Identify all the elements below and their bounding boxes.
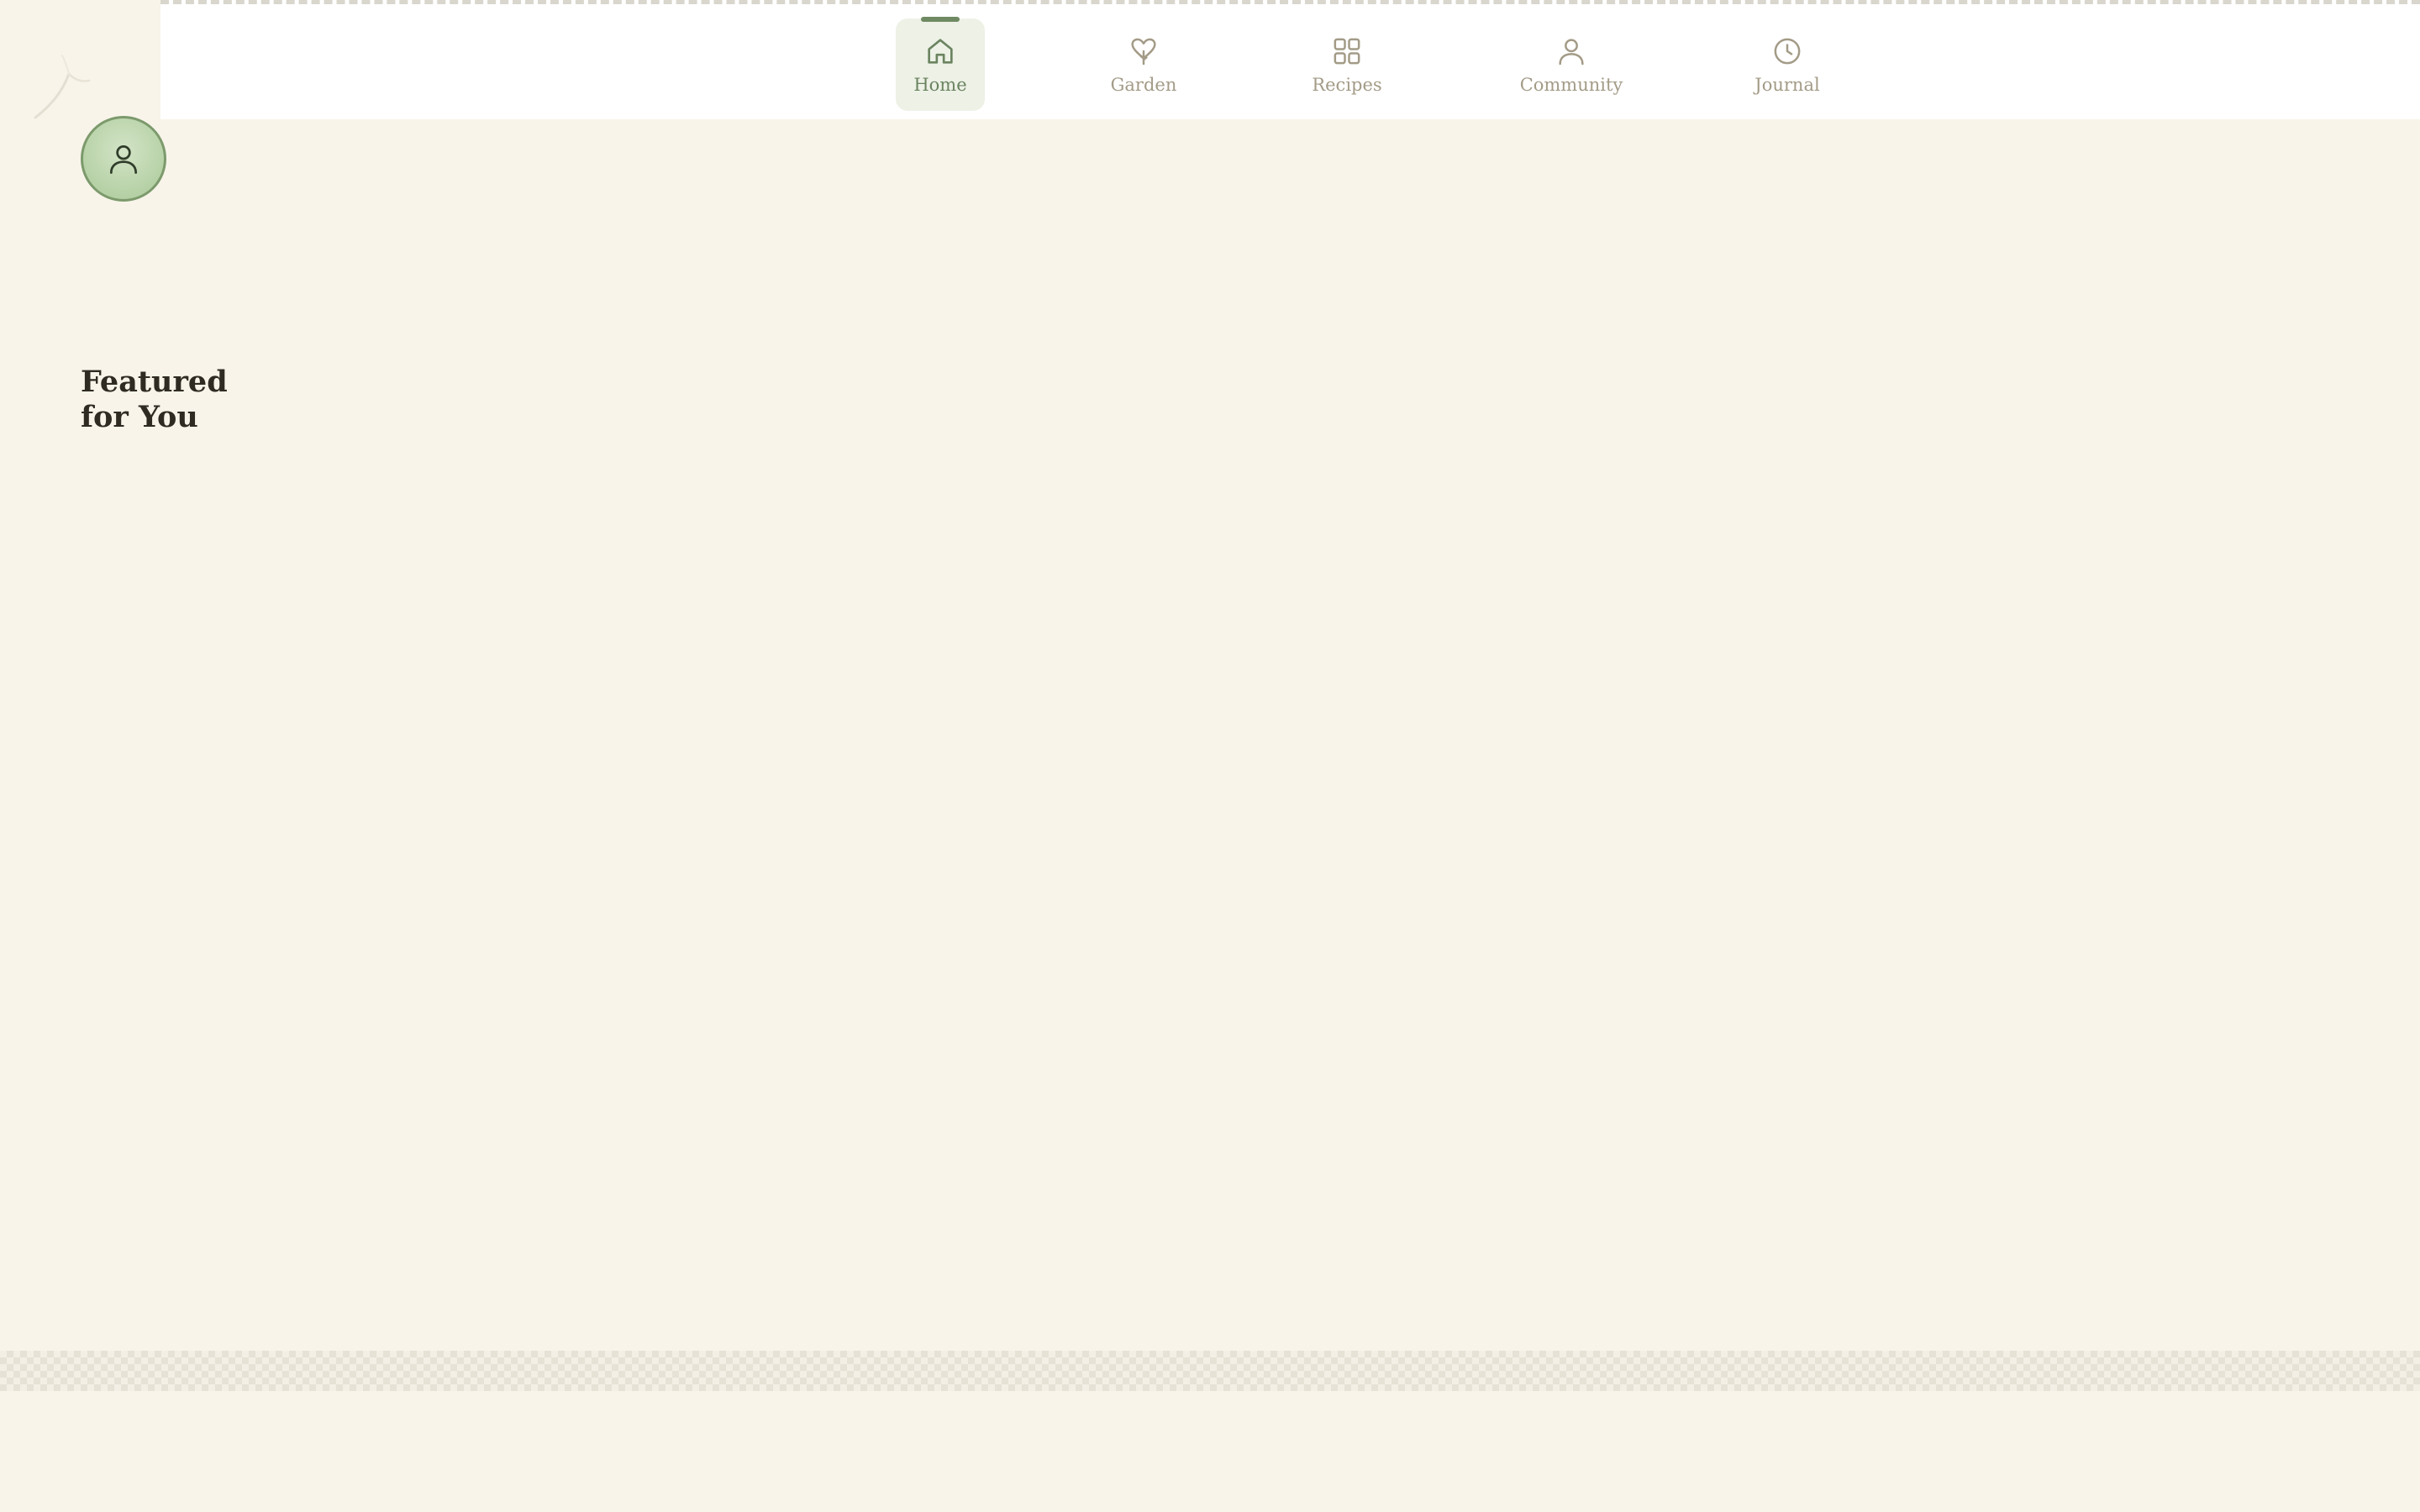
nav-item-recipes[interactable]: Recipes	[1305, 18, 1389, 111]
leaf-sprig-icon	[34, 55, 91, 119]
home-icon	[928, 39, 953, 64]
nav-label-garden: Garden	[1110, 75, 1177, 95]
nav-label-recipes: Recipes	[1312, 75, 1382, 95]
featured-section-title: Featured for You	[81, 365, 228, 434]
nav-label-journal: Journal	[1754, 75, 1820, 95]
active-tab-indicator	[921, 17, 960, 22]
main-nav: Home Garden Recipes Community Journal	[160, 17, 2420, 111]
heart-sprout-icon	[1131, 38, 1156, 66]
clock-icon	[1774, 38, 1801, 65]
nav-label-home: Home	[913, 75, 967, 95]
nav-item-home[interactable]: Home	[896, 17, 985, 111]
nav-item-garden[interactable]: Garden	[1102, 18, 1186, 111]
grid-icon	[1334, 38, 1360, 65]
nav-label-community: Community	[1519, 75, 1623, 95]
top-navigation-bar: Home Garden Recipes Community Journal	[160, 0, 2420, 119]
page: Featured for You Home Garden Recipes Com…	[0, 0, 2420, 1512]
decorative-checker-strip	[0, 1351, 2420, 1391]
nav-item-community[interactable]: Community	[1517, 18, 1626, 111]
nav-item-journal[interactable]: Journal	[1745, 18, 1829, 111]
user-avatar[interactable]	[81, 116, 166, 202]
user-icon	[109, 144, 138, 174]
person-icon	[1559, 39, 1584, 66]
